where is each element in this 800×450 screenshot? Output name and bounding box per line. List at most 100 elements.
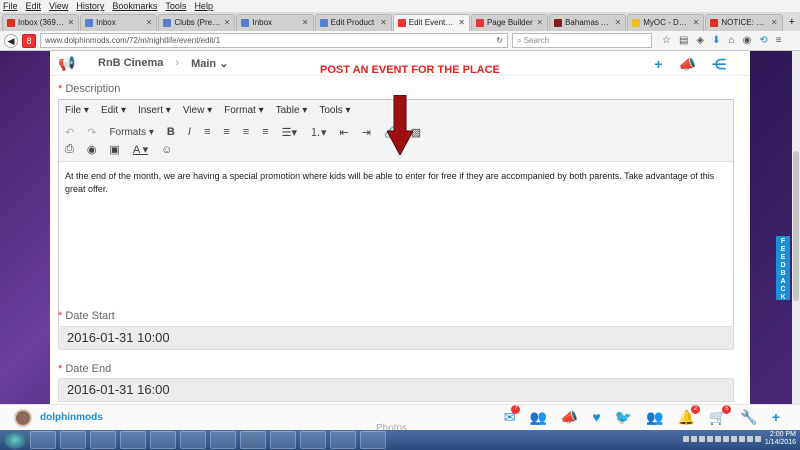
home-icon[interactable]: ⌂	[729, 35, 735, 46]
editor-menu-view[interactable]: View ▾	[183, 105, 212, 116]
emoticon-icon[interactable]: ☺	[161, 144, 172, 156]
back-icon[interactable]: ◀	[4, 33, 18, 48]
add-icon[interactable]: +	[654, 56, 662, 73]
preview-icon[interactable]: ◉	[87, 143, 97, 156]
download-icon[interactable]: ⬇	[712, 35, 720, 46]
url-bar[interactable]: www.dolphinmods.com/72/m/nightlife/event…	[40, 33, 508, 48]
start-button-icon[interactable]	[4, 431, 26, 449]
editor-menu-file[interactable]: File ▾	[65, 105, 89, 116]
explorer-taskbar-icon[interactable]	[60, 431, 86, 449]
username[interactable]: dolphinmods	[40, 412, 103, 423]
twitter-icon[interactable]: 🐦	[615, 409, 632, 426]
menu-tools[interactable]: Tools	[165, 0, 186, 12]
italic-icon[interactable]: I	[188, 126, 191, 138]
close-icon[interactable]: ✕	[302, 15, 309, 31]
close-icon[interactable]: ✕	[615, 15, 622, 31]
bookmark-star-icon[interactable]: ☆	[662, 35, 671, 46]
heart-icon[interactable]: ♥	[592, 409, 600, 426]
bell-icon[interactable]: 🔔 2	[678, 405, 700, 426]
megaphone-icon[interactable]: 📣	[679, 56, 696, 73]
feedback-tab[interactable]: FEEDBACK	[776, 236, 790, 301]
menu-history[interactable]: History	[76, 0, 104, 12]
browser-tab[interactable]: MyOC - Dashb...✕	[627, 14, 705, 31]
browser-tab[interactable]: Inbox ✕	[236, 14, 314, 31]
chrome-taskbar-icon[interactable]	[150, 431, 176, 449]
close-icon[interactable]: ✕	[224, 15, 231, 31]
browser-tab[interactable]: Clubs (Premiu...✕	[158, 14, 236, 31]
section-dropdown[interactable]: Main ⌄	[191, 57, 228, 70]
close-icon[interactable]: ✕	[380, 15, 387, 31]
avatar[interactable]	[14, 408, 32, 427]
close-icon[interactable]: ✕	[458, 15, 465, 31]
pocket-icon[interactable]: ◈	[696, 35, 704, 46]
scrollbar-thumb[interactable]	[793, 151, 799, 301]
browser-tab[interactable]: NOTICE: ProQu...✕	[705, 14, 783, 31]
media-icon[interactable]: ▣	[109, 143, 119, 156]
date-end-input[interactable]: 2016-01-31 16:00	[58, 378, 734, 402]
share-icon[interactable]: ⋲	[712, 56, 726, 73]
close-icon[interactable]: ✕	[771, 15, 778, 31]
editor-menu-format[interactable]: Format ▾	[224, 105, 263, 116]
bold-icon[interactable]: B	[167, 126, 175, 138]
wrench-icon[interactable]: 🔧	[740, 409, 757, 426]
browser-tab[interactable]: Inbox ✕	[80, 14, 158, 31]
tray-icons[interactable]	[682, 436, 761, 442]
ie-taskbar-icon[interactable]	[30, 431, 56, 449]
outlook-taskbar-icon[interactable]	[180, 431, 206, 449]
menu-edit[interactable]: Edit	[26, 0, 42, 12]
shield-icon[interactable]: 8	[22, 33, 36, 48]
bullet-list-icon[interactable]: ☰▾	[282, 126, 297, 139]
cart-icon[interactable]: 🛒 5	[709, 405, 732, 426]
formats-dropdown[interactable]: Formats ▾	[109, 127, 153, 138]
browser-tab[interactable]: Inbox (369) - d...✕	[2, 14, 80, 31]
hamburger-menu-icon[interactable]: ≡	[776, 35, 782, 46]
app-taskbar-icon[interactable]	[330, 431, 356, 449]
excel-taskbar-icon[interactable]	[210, 431, 236, 449]
menu-help[interactable]: Help	[194, 0, 213, 12]
app-taskbar-icon[interactable]	[300, 431, 326, 449]
editor-content[interactable]: At the end of the month, we are having a…	[59, 162, 733, 204]
add-icon[interactable]: +	[772, 409, 780, 426]
close-icon[interactable]: ✕	[693, 15, 700, 31]
undo-icon[interactable]: ↶	[65, 126, 74, 139]
close-icon[interactable]: ✕	[536, 15, 543, 31]
page-scrollbar[interactable]	[792, 51, 800, 404]
align-center-icon[interactable]: ≡	[223, 126, 229, 138]
numbered-list-icon[interactable]: ⒈▾	[310, 124, 327, 140]
new-tab-icon[interactable]: +	[784, 14, 800, 31]
editor-menu-table[interactable]: Table ▾	[276, 105, 308, 116]
filezilla-taskbar-icon[interactable]	[270, 431, 296, 449]
extension-icon[interactable]: ◉	[743, 35, 752, 46]
breadcrumb-venue[interactable]: RnB Cinema	[98, 57, 163, 69]
browser-tab[interactable]: Bahamas Acad...✕	[549, 14, 627, 31]
close-icon[interactable]: ✕	[146, 15, 153, 31]
browser-tab-active[interactable]: Edit Event - Ki...✕	[392, 14, 470, 31]
reload-icon[interactable]: ↻	[496, 34, 503, 47]
redo-icon[interactable]: ↷	[87, 126, 96, 139]
media-player-taskbar-icon[interactable]	[90, 431, 116, 449]
close-icon[interactable]: ✕	[67, 15, 74, 31]
date-start-input[interactable]: 2016-01-31 10:00	[58, 326, 734, 350]
reading-list-icon[interactable]: ▤	[679, 35, 688, 46]
users-icon[interactable]: 👥	[529, 409, 546, 426]
menu-view[interactable]: View	[49, 0, 68, 12]
paint-taskbar-icon[interactable]	[240, 431, 266, 449]
align-right-icon[interactable]: ≡	[243, 126, 249, 138]
text-color-icon[interactable]: A ▾	[133, 143, 148, 156]
clock[interactable]: 2:00 PM 1/14/2016	[765, 431, 796, 447]
group-icon[interactable]: 👥	[646, 409, 663, 426]
menu-file[interactable]: File	[3, 0, 18, 12]
outdent-icon[interactable]: ⇤	[340, 126, 349, 139]
editor-menu-edit[interactable]: Edit ▾	[101, 105, 126, 116]
editor-menu-tools[interactable]: Tools ▾	[319, 105, 350, 116]
browser-tab[interactable]: Page Builder ✕	[470, 14, 549, 31]
menu-bookmarks[interactable]: Bookmarks	[112, 0, 157, 12]
print-icon[interactable]: ⎙	[65, 143, 74, 156]
sync-icon[interactable]: ⟲	[759, 35, 767, 46]
megaphone-icon[interactable]: 📣	[561, 409, 578, 426]
mail-icon[interactable]: ✉ 7	[504, 405, 521, 426]
indent-icon[interactable]: ⇥	[362, 126, 371, 139]
editor-menu-insert[interactable]: Insert ▾	[138, 105, 171, 116]
firefox-taskbar-icon[interactable]	[120, 431, 146, 449]
app-taskbar-icon[interactable]	[360, 431, 386, 449]
